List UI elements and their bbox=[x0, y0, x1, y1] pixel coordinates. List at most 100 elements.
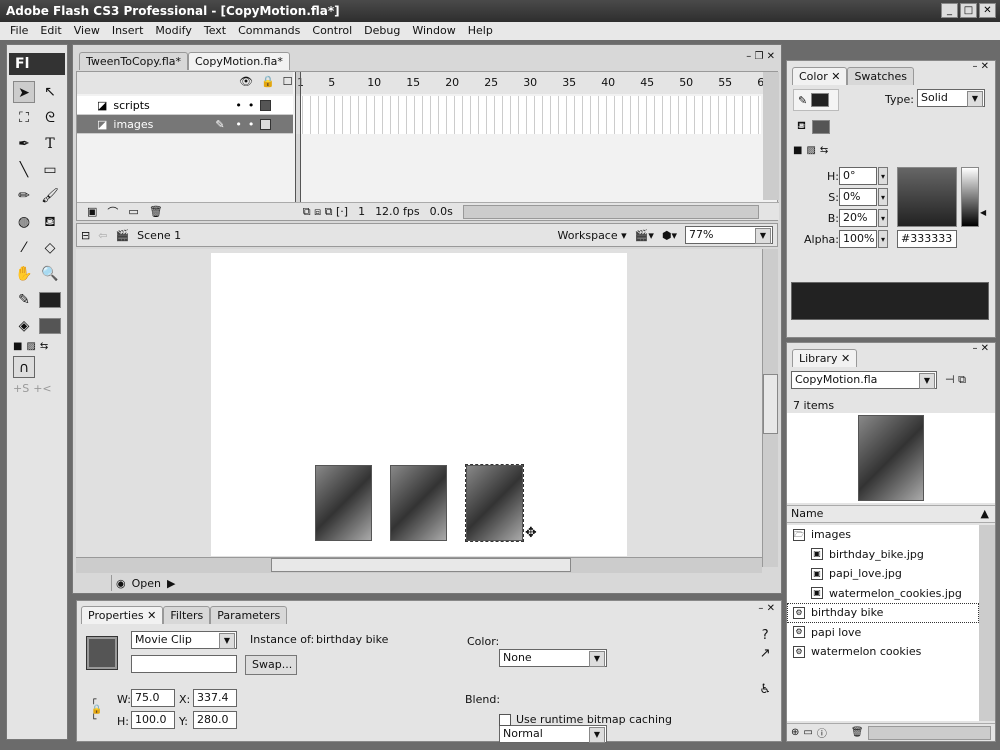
close-doc-icon[interactable]: ✕ bbox=[767, 51, 775, 62]
layer-row[interactable]: ◪ images ✎ • • bbox=[77, 115, 761, 134]
library-document-select[interactable]: CopyMotion.fla bbox=[791, 371, 937, 389]
restore-doc-icon[interactable]: ❐ bbox=[754, 51, 763, 62]
menu-commands[interactable]: Commands bbox=[232, 22, 306, 40]
library-item[interactable]: 🗁 images bbox=[787, 525, 979, 545]
stage-hscrollbar[interactable] bbox=[76, 557, 762, 573]
birthday-bike-instance[interactable] bbox=[465, 464, 524, 542]
onion-skin-icons[interactable]: ⧉ ⧈ ⧉ [·] bbox=[303, 205, 348, 219]
default-colors-icon[interactable]: ■ bbox=[13, 341, 22, 352]
hue-input[interactable]: 0° bbox=[839, 167, 877, 185]
tab-library[interactable]: Library ✕ bbox=[792, 349, 858, 367]
tab-parameters[interactable]: Parameters bbox=[210, 606, 288, 624]
color-spectrum[interactable] bbox=[897, 167, 957, 227]
eyedropper-tool-icon[interactable]: ⁄ bbox=[13, 237, 35, 259]
pencil-tool-icon[interactable]: ✏ bbox=[13, 185, 35, 207]
subselection-tool-icon[interactable]: ↖ bbox=[39, 81, 61, 103]
default-colors-icon[interactable]: ■ bbox=[793, 145, 802, 156]
insert-folder-icon[interactable]: ▭ bbox=[128, 205, 138, 218]
stroke-color-icon[interactable]: ✎ bbox=[13, 289, 35, 311]
library-hscrollbar[interactable] bbox=[867, 725, 991, 740]
swap-colors-icon[interactable]: ⇆ bbox=[820, 145, 828, 156]
layer-row[interactable]: ◪ scripts • • bbox=[77, 96, 761, 115]
tab-swatches[interactable]: Swatches bbox=[847, 67, 915, 85]
fill-color-icon[interactable]: ◈ bbox=[13, 315, 35, 337]
library-vscrollbar[interactable] bbox=[979, 525, 995, 721]
line-tool-icon[interactable]: ╲ bbox=[13, 159, 35, 181]
swap-colors-icon[interactable]: ⇆ bbox=[40, 341, 48, 352]
playhead[interactable] bbox=[295, 72, 301, 202]
tab-properties[interactable]: Properties ✕ bbox=[81, 606, 164, 624]
saturation-slider-button[interactable]: ▾ bbox=[878, 188, 888, 206]
ink-bottle-tool-icon[interactable]: ◍ bbox=[13, 211, 35, 233]
timeline-hscrollbar[interactable] bbox=[462, 204, 759, 219]
library-item[interactable]: ⚙ papi love bbox=[787, 623, 979, 643]
fill-type-select[interactable]: Solid bbox=[917, 89, 985, 107]
library-item[interactable]: ⚙ watermelon cookies bbox=[787, 642, 979, 662]
hue-slider-button[interactable]: ▾ bbox=[878, 167, 888, 185]
delete-icon[interactable]: 🗑 bbox=[851, 727, 864, 738]
library-item[interactable]: ▣ birthday_bike.jpg bbox=[787, 545, 979, 565]
back-arrow-icon[interactable]: ⇦ bbox=[98, 229, 107, 242]
close-button[interactable]: ✕ bbox=[979, 3, 996, 18]
add-motion-guide-icon[interactable]: ⌒ bbox=[107, 204, 118, 220]
sort-icon[interactable]: ▲ bbox=[981, 506, 989, 522]
edit-scene-icon[interactable]: 🎬▾ bbox=[635, 229, 654, 242]
accessibility-icon[interactable]: ♿ bbox=[759, 681, 771, 699]
library-item[interactable]: ⚙ birthday bike bbox=[787, 603, 979, 623]
alpha-input[interactable]: 100% bbox=[839, 230, 877, 248]
maximize-button[interactable]: □ bbox=[960, 3, 977, 18]
free-transform-tool-icon[interactable]: ⛶ bbox=[13, 107, 35, 129]
height-input[interactable]: 100.0 bbox=[131, 711, 175, 729]
stroke-color-swatch[interactable] bbox=[811, 93, 830, 107]
brightness-input[interactable]: 20% bbox=[839, 209, 877, 227]
fill-color-swatch[interactable] bbox=[812, 119, 830, 134]
new-folder-icon[interactable]: ▭ bbox=[803, 727, 812, 738]
lasso-tool-icon[interactable]: ᘓ bbox=[39, 107, 61, 129]
frame-rate[interactable]: 12.0 fps bbox=[375, 205, 420, 218]
add-layer-icon[interactable]: ▣ bbox=[87, 205, 97, 218]
no-color-icon[interactable]: ▨ bbox=[26, 341, 35, 352]
fill-swatch[interactable] bbox=[39, 318, 61, 334]
brightness-slider[interactable] bbox=[961, 167, 979, 227]
straighten-icon[interactable]: +< bbox=[33, 382, 51, 395]
timeline-vscrollbar[interactable] bbox=[763, 72, 779, 200]
panel-menu-icon[interactable]: – ✕ bbox=[972, 61, 989, 72]
zoom-select[interactable]: 77% bbox=[685, 226, 773, 244]
stage-vscrollbar[interactable] bbox=[762, 249, 778, 567]
menu-file[interactable]: File bbox=[4, 22, 34, 40]
symbol-type-select[interactable]: Movie Clip bbox=[131, 631, 237, 649]
menu-help[interactable]: Help bbox=[462, 22, 499, 40]
smooth-icon[interactable]: +S bbox=[13, 382, 29, 395]
text-tool-icon[interactable]: T bbox=[39, 133, 61, 155]
new-library-icon[interactable]: ⧉ bbox=[958, 373, 966, 386]
frame-ruler[interactable]: 151015202530354045505560 bbox=[295, 72, 779, 94]
pin-library-icon[interactable]: ⊣ bbox=[945, 373, 955, 386]
eraser-tool-icon[interactable]: ◇ bbox=[39, 237, 61, 259]
menu-edit[interactable]: Edit bbox=[34, 22, 67, 40]
minimize-button[interactable]: _ bbox=[941, 3, 958, 18]
saturation-input[interactable]: 0% bbox=[839, 188, 877, 206]
open-actions-button[interactable]: Open bbox=[132, 577, 161, 590]
tab-filters[interactable]: Filters bbox=[163, 606, 211, 624]
brush-tool-icon[interactable]: 🖌 bbox=[39, 185, 61, 207]
color-effect-select[interactable]: None bbox=[499, 649, 607, 667]
hex-input[interactable]: #333333 bbox=[897, 230, 957, 248]
eye-icon[interactable]: 👁 bbox=[239, 75, 253, 88]
papi-love-instance[interactable] bbox=[390, 465, 447, 541]
name-column-header[interactable]: Name ▲ bbox=[787, 505, 995, 523]
menu-insert[interactable]: Insert bbox=[106, 22, 150, 40]
layer-name[interactable]: scripts bbox=[113, 99, 209, 112]
close-panel-icon[interactable]: ✕ bbox=[767, 603, 775, 614]
hand-tool-icon[interactable]: ✋ bbox=[13, 263, 35, 285]
bitmap-caching-checkbox[interactable] bbox=[499, 713, 511, 726]
no-color-icon[interactable]: ▨ bbox=[806, 145, 815, 156]
lock-dot[interactable]: • bbox=[248, 118, 255, 131]
delete-layer-icon[interactable]: 🗑 bbox=[149, 205, 163, 218]
expand-arrow-icon[interactable]: ▶ bbox=[167, 577, 175, 590]
menu-modify[interactable]: Modify bbox=[149, 22, 197, 40]
rectangle-tool-icon[interactable]: ▭ bbox=[39, 159, 61, 181]
brightness-arrow-icon[interactable]: ◀ bbox=[980, 208, 986, 217]
y-input[interactable]: 280.0 bbox=[193, 711, 237, 729]
workspace-menu[interactable]: Workspace ▾ bbox=[558, 229, 627, 242]
stroke-swatch[interactable] bbox=[39, 292, 61, 308]
